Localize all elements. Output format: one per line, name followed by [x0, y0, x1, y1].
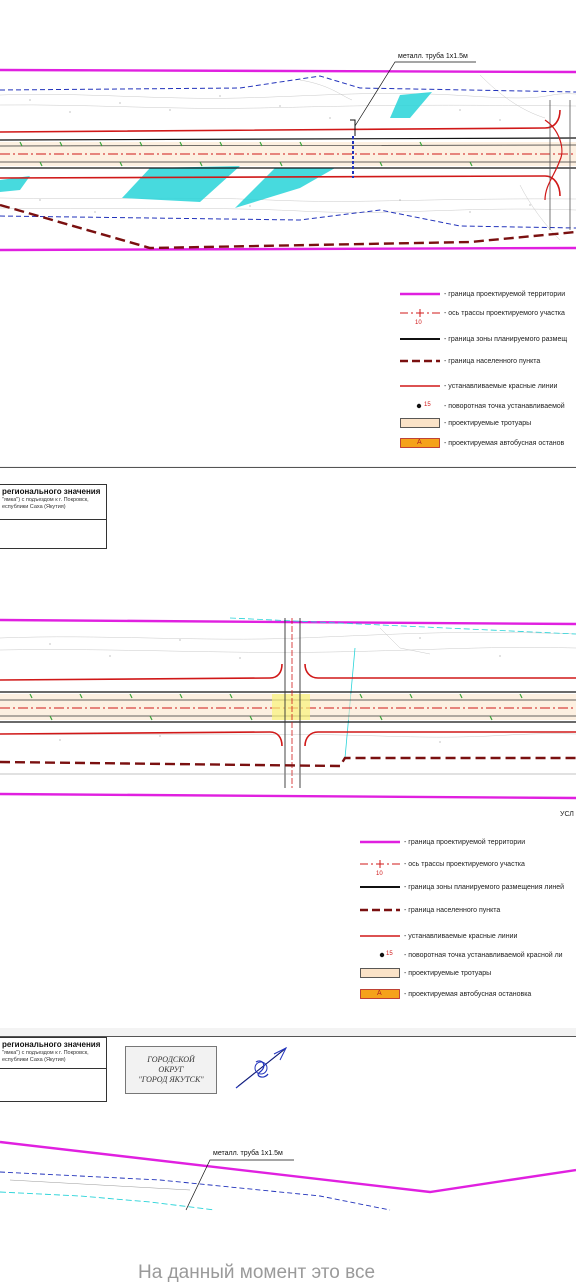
- legend2-point-swatch: [360, 950, 400, 960]
- legend2-zone: - граница зоны планируемого размещения л…: [360, 882, 564, 892]
- legend-axis-num: 10: [415, 320, 422, 326]
- legend-axis-label: - ось трассы проектируемого участка: [444, 309, 565, 317]
- legend2-redline: - устанавливаемые красные линии: [360, 931, 517, 941]
- legend-point-swatch: [400, 401, 440, 411]
- map-sheet-1: металл. труба 1х1.5м - граница проектиру…: [0, 0, 576, 466]
- legend2-bus: - проектируемая автобусная остановка: [360, 989, 531, 999]
- compass-icon: [235, 1046, 288, 1089]
- legend2-axis: - ось трассы проектируемого участка: [360, 859, 525, 869]
- road-plan-3: [0, 1140, 576, 1211]
- legend-zone: - граница зоны планируемого размещ: [400, 334, 567, 344]
- title-block-1: регионального значения "ямка") с подъезд…: [0, 484, 107, 549]
- title-block-2-subtitle: "ямка") с подъездом к г. Покровск, еспуб…: [2, 1050, 89, 1063]
- legend2-point-num: 15: [386, 951, 393, 957]
- legend-border-label: - граница проектируемой территории: [444, 290, 566, 298]
- legend2-redline-label: - устанавливаемые красные линии: [404, 932, 518, 940]
- legend2-point-label: - поворотная точка устанавливаемой красн…: [404, 951, 563, 959]
- legend2-sidewalk: - проектируемые тротуары: [360, 968, 491, 978]
- legend2-settlement-swatch: [360, 905, 400, 915]
- pipe-callout: металл. труба 1х1.5м: [398, 53, 468, 60]
- legend-settlement-label: - граница населенного пункта: [444, 357, 541, 365]
- legend2-sidewalk-label: - проектируемые тротуары: [404, 969, 492, 977]
- legend-sidewalk-label: - проектируемые тротуары: [444, 419, 532, 427]
- title-block-2: регионального значения "ямка") с подъезд…: [0, 1037, 107, 1102]
- legend-axis: - ось трассы проектируемого участка: [400, 308, 565, 318]
- legend2-zone-swatch: [360, 882, 400, 892]
- legend-bus-letter: А: [417, 439, 422, 446]
- legend2-axis-label: - ось трассы проектируемого участка: [404, 860, 525, 868]
- road-plan-2: [0, 617, 576, 800]
- legend-settlement-swatch: [400, 356, 440, 366]
- legend-zone-label: - граница зоны планируемого размещ: [444, 335, 568, 343]
- legend-border-swatch: [400, 289, 440, 299]
- legend-axis-swatch: [400, 308, 440, 318]
- legend2-axis-swatch: [360, 859, 400, 869]
- legend2-settlement-label: - граница населенного пункта: [404, 906, 501, 914]
- legend-settlement: - граница населенного пункта: [400, 356, 540, 366]
- pipe-callout-2: металл. труба 1х1.5м: [213, 1150, 283, 1157]
- legend2-axis-num: 10: [376, 871, 383, 877]
- corner-label: УСЛ: [560, 811, 574, 818]
- legend-sidewalk: - проектируемые тротуары: [400, 418, 531, 428]
- legend2-redline-swatch: [360, 931, 400, 941]
- legend2-border-label: - граница проектируемой территории: [404, 838, 526, 846]
- legend2-settlement: - граница населенного пункта: [360, 905, 500, 915]
- legend-redline-label: - устанавливаемые красные линии: [444, 382, 558, 390]
- legend-point-label: - поворотная точка устанавливаемой: [444, 402, 565, 410]
- title-block-2-title: регионального значения: [2, 1040, 101, 1049]
- legend-bus-label: - проектируемая автобусная останов: [444, 439, 565, 447]
- legend2-sidewalk-swatch: [360, 968, 400, 978]
- legend2-zone-label: - граница зоны планируемого размещения л…: [404, 883, 565, 891]
- road-plan-1: [0, 61, 576, 252]
- legend-sidewalk-swatch: [400, 418, 440, 428]
- legend-redline: - устанавливаемые красные линии: [400, 381, 557, 391]
- legend-border: - граница проектируемой территории: [400, 289, 565, 299]
- legend2-bus-letter: А: [377, 990, 382, 997]
- legend2-border-swatch: [360, 837, 400, 847]
- legend-zone-swatch: [400, 334, 440, 344]
- legend-redline-swatch: [400, 381, 440, 391]
- city-stamp: ГОРОДСКОЙ ОКРУГ "ГОРОД ЯКУТСК": [125, 1046, 217, 1094]
- title-block-1-title: регионального значения: [2, 487, 101, 496]
- legend-bus: - проектируемая автобусная останов: [400, 438, 564, 448]
- map-sheet-2: регионального значения "ямка") с подъезд…: [0, 468, 576, 1028]
- status-text: На данный момент это все: [138, 1262, 376, 1283]
- legend-point-num: 15: [424, 402, 431, 408]
- title-block-1-subtitle: "ямка") с подъездом к г. Покровск, еспуб…: [2, 497, 89, 510]
- legend2-bus-label: - проектируемая автобусная остановка: [404, 990, 532, 998]
- legend2-border: - граница проектируемой территории: [360, 837, 525, 847]
